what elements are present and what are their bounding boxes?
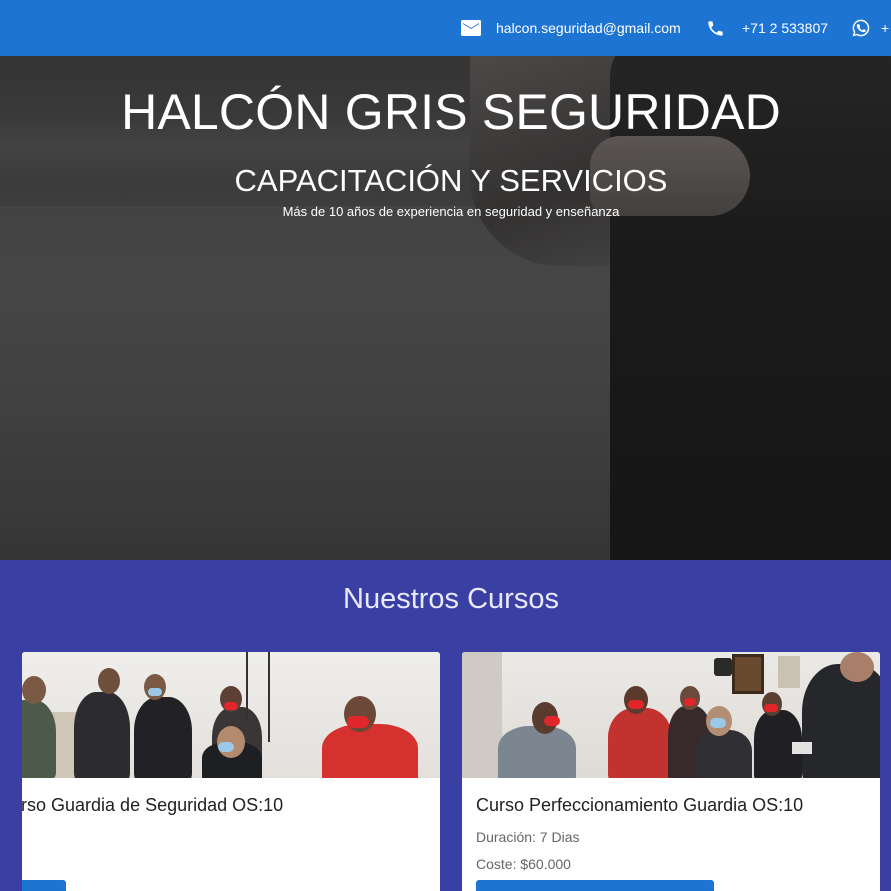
hero-banner: HALCÓN GRIS SEGURIDAD CAPACITACIÓN Y SER… [0,56,891,560]
course-button[interactable] [476,880,714,891]
course-button[interactable] [22,880,66,891]
course-title[interactable]: Curso Guardia de Seguridad OS:10 [22,795,283,816]
email-contact[interactable]: halcon.seguridad@gmail.com [461,0,681,56]
course-photo [462,652,880,778]
course-title[interactable]: Curso Perfeccionamiento Guardia OS:10 [476,795,803,816]
course-photo [22,652,440,778]
hero-tagline: Más de 10 años de experiencia en segurid… [282,204,620,219]
whatsapp-text[interactable]: + [881,20,889,36]
course-card[interactable]: Curso Guardia de Seguridad OS:10 [22,652,440,891]
envelope-icon [461,20,481,36]
courses-heading: Nuestros Cursos [343,583,559,615]
hero-subtitle: CAPACITACIÓN Y SERVICIOS [234,163,668,198]
course-card[interactable]: Curso Perfeccionamiento Guardia OS:10 Du… [462,652,880,891]
hero-title: HALCÓN GRIS SEGURIDAD [121,84,781,140]
phone-text[interactable]: +71 2 533807 [742,20,828,36]
whatsapp-icon [852,19,870,37]
phone-contact[interactable]: +71 2 533807 [706,0,828,56]
email-text[interactable]: halcon.seguridad@gmail.com [496,20,681,36]
whatsapp-contact[interactable]: + [851,0,889,56]
courses-section: Nuestros Cursos Curso Guardia de Segurid… [0,560,891,891]
course-cost: Coste: $60.000 [476,856,571,872]
course-duration: Duración: 7 Dias [476,829,580,845]
contact-bar: halcon.seguridad@gmail.com +71 2 533807 … [0,0,891,56]
phone-icon [708,20,723,36]
